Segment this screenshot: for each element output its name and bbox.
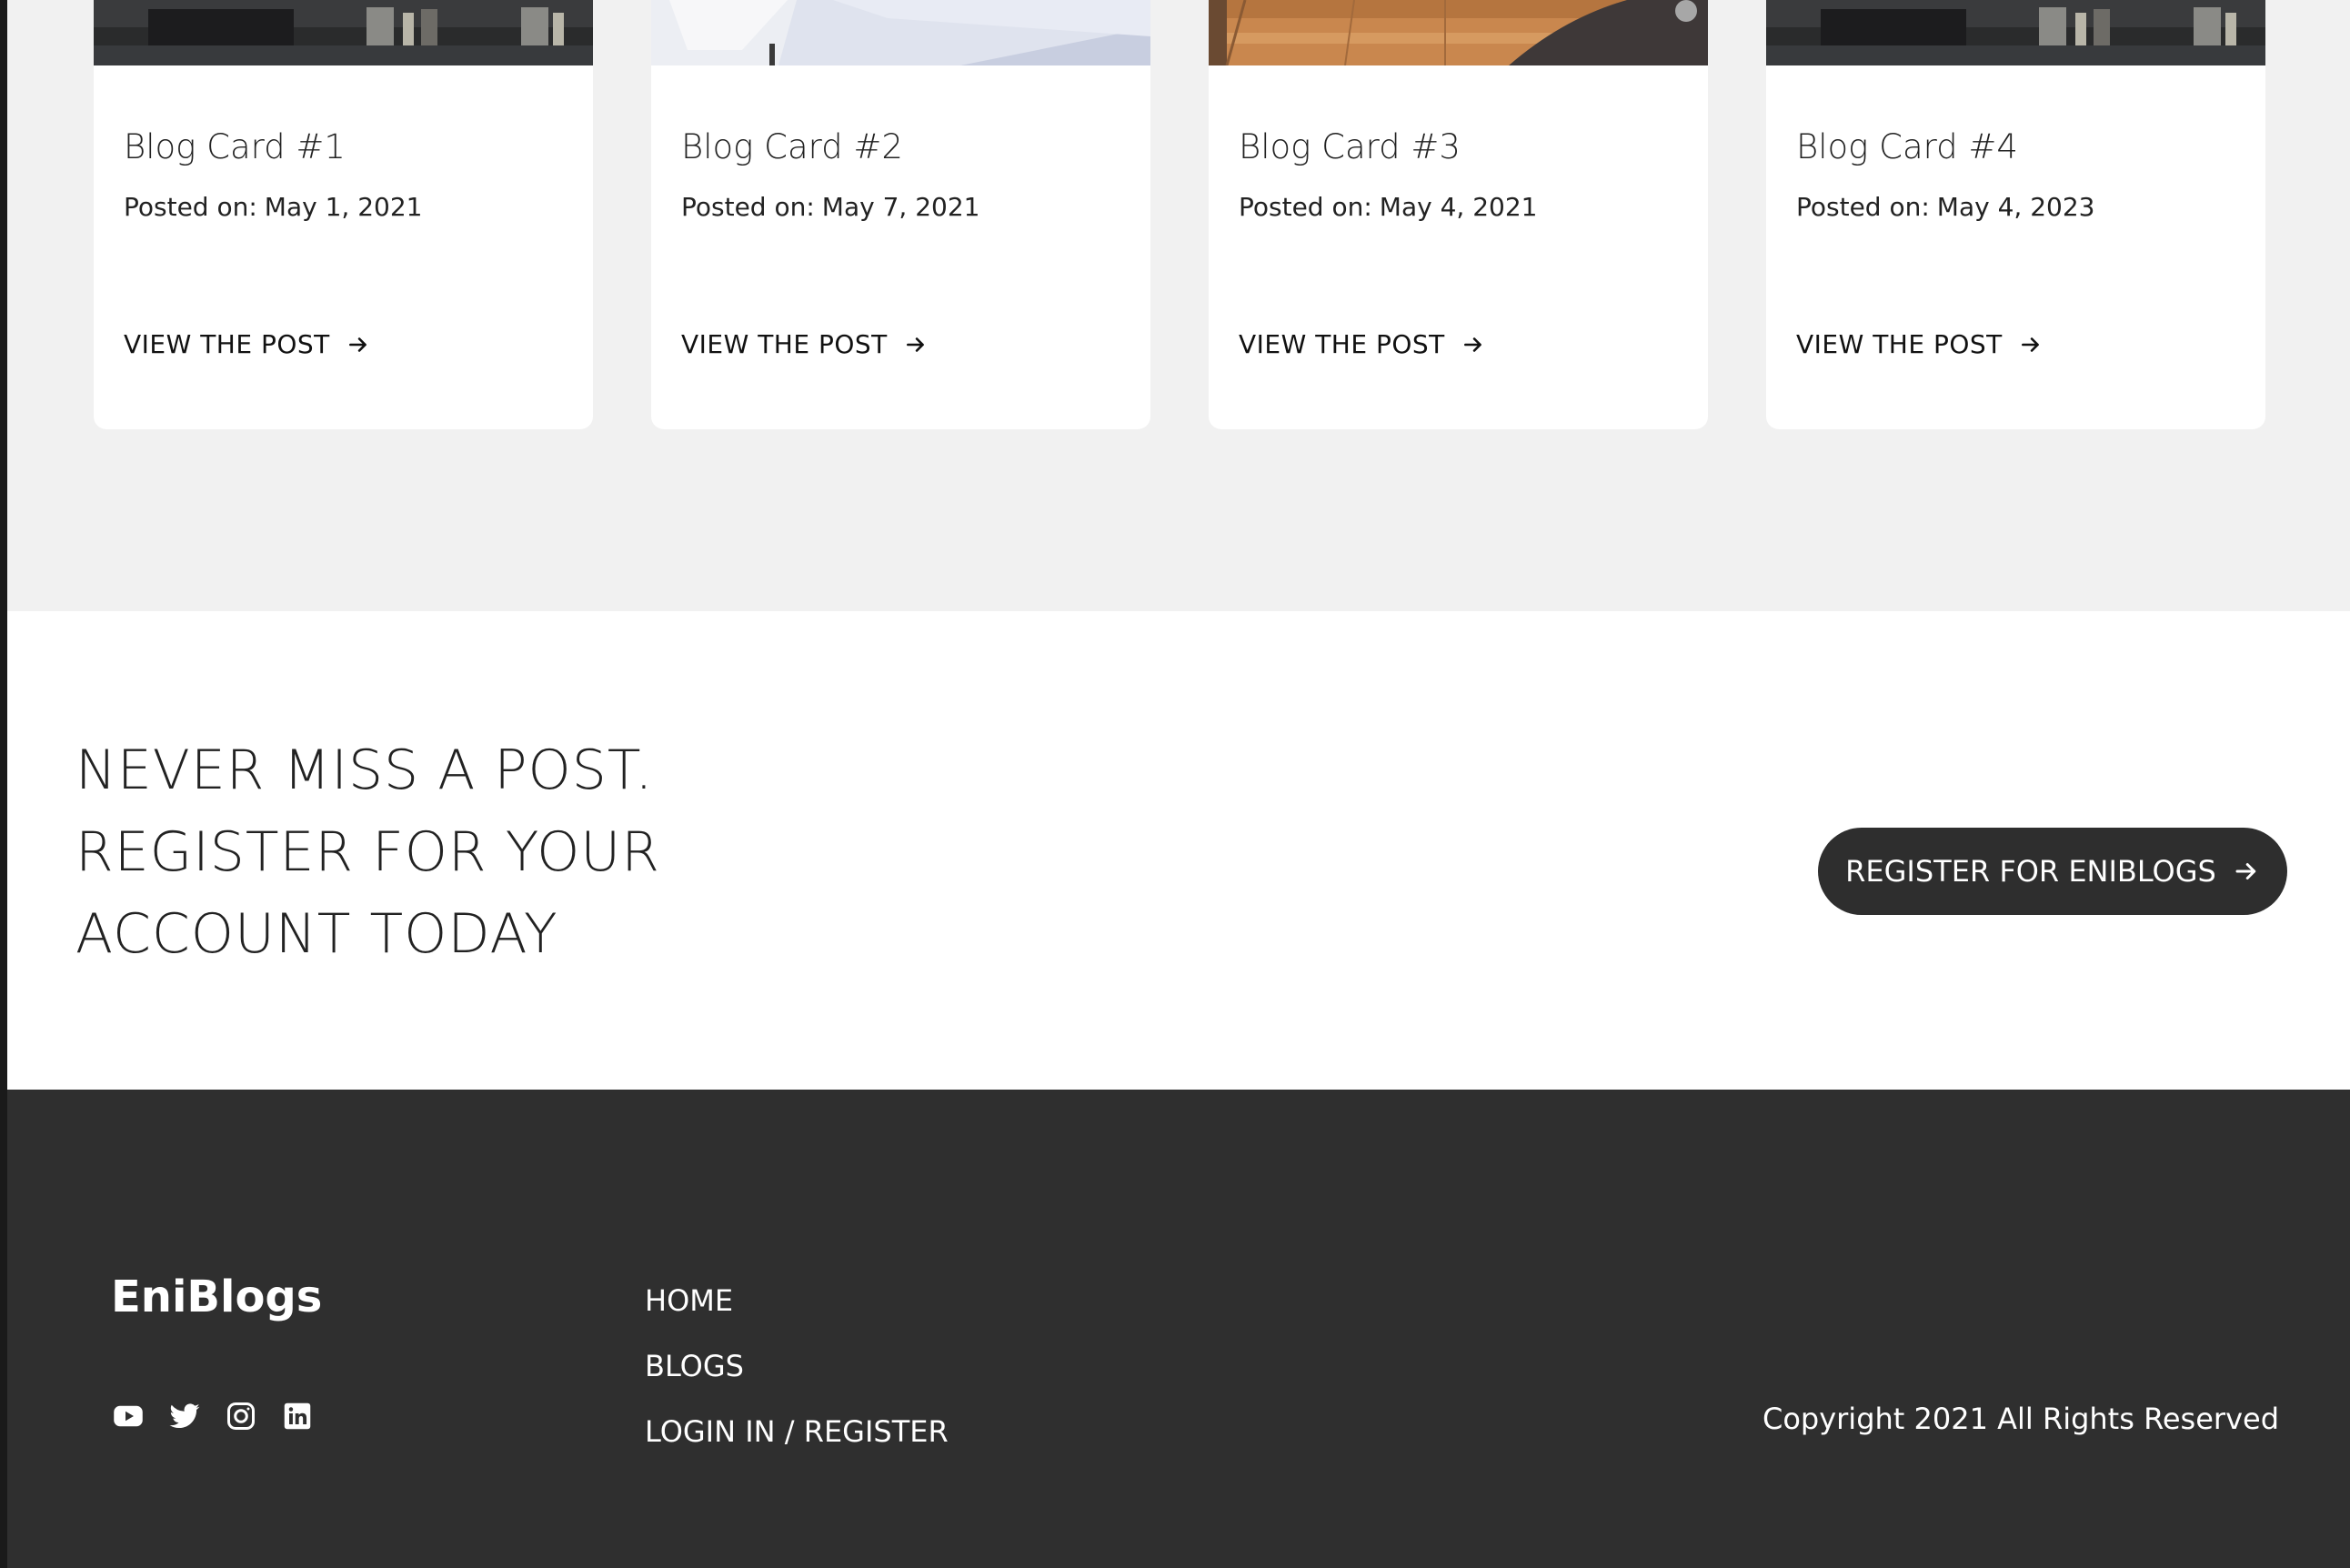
blog-cards-section: Blog Card #1 Posted on: May 1, 2021 VIEW … bbox=[7, 0, 2350, 611]
register-button[interactable]: REGISTER FOR ENIBLOGS bbox=[1818, 828, 2287, 915]
cta-heading-line: ACCOUNT TODAY bbox=[75, 902, 558, 966]
blog-card-title: Blog Card #1 bbox=[124, 127, 346, 166]
cta-heading-line: NEVER MISS A POST. bbox=[75, 739, 654, 802]
blog-card-image bbox=[94, 0, 593, 65]
footer-nav: HOME BLOGS LOGIN IN / REGISTER bbox=[645, 1268, 949, 1464]
blog-card-date-value: May 4, 2023 bbox=[1936, 192, 2095, 222]
cta-heading: NEVER MISS A POST. REGISTER FOR YOUR ACC… bbox=[75, 729, 894, 975]
view-post-label: VIEW THE POST bbox=[124, 329, 330, 359]
blog-card-image bbox=[1209, 0, 1708, 65]
copyright-text: Copyright 2021 All Rights Reserved bbox=[1762, 1402, 2279, 1436]
blog-card-date-value: May 1, 2021 bbox=[264, 192, 423, 222]
footer-brand-logo[interactable]: EniBlogs bbox=[111, 1271, 322, 1322]
blog-card[interactable]: Blog Card #2 Posted on: May 7, 2021 VIEW … bbox=[651, 0, 1150, 429]
blog-card-image bbox=[651, 0, 1150, 65]
arrow-right-icon bbox=[906, 337, 924, 352]
blog-card-title: Blog Card #3 bbox=[1239, 127, 1461, 166]
blog-card-title: Blog Card #4 bbox=[1796, 127, 2018, 166]
footer-nav-login-register[interactable]: LOGIN IN / REGISTER bbox=[645, 1399, 949, 1464]
blog-card[interactable]: Blog Card #1 Posted on: May 1, 2021 VIEW … bbox=[94, 0, 593, 429]
blog-card-date-value: May 7, 2021 bbox=[821, 192, 980, 222]
arrow-right-icon bbox=[2235, 863, 2256, 879]
page-viewport: Blog Card #1 Posted on: May 1, 2021 VIEW … bbox=[7, 0, 2350, 1568]
blog-card[interactable]: Blog Card #4 Posted on: May 4, 2023 VIEW … bbox=[1766, 0, 2265, 429]
blog-card-date-label: Posted on: bbox=[1239, 192, 1372, 222]
blog-card-image bbox=[1766, 0, 2265, 65]
view-post-link[interactable]: VIEW THE POST bbox=[124, 329, 370, 359]
register-button-label: REGISTER FOR ENIBLOGS bbox=[1845, 854, 2216, 889]
twitter-icon[interactable] bbox=[167, 1399, 202, 1433]
view-post-label: VIEW THE POST bbox=[681, 329, 888, 359]
social-links bbox=[111, 1399, 315, 1433]
blog-card-date: Posted on: May 4, 2023 bbox=[1796, 192, 2094, 222]
view-post-link[interactable]: VIEW THE POST bbox=[1239, 329, 1485, 359]
view-post-label: VIEW THE POST bbox=[1796, 329, 2003, 359]
view-post-link[interactable]: VIEW THE POST bbox=[1796, 329, 2043, 359]
blog-card[interactable]: Blog Card #3 Posted on: May 4, 2021 VIEW … bbox=[1209, 0, 1708, 429]
arrow-right-icon bbox=[348, 337, 367, 352]
footer-nav-home[interactable]: HOME bbox=[645, 1268, 949, 1333]
view-post-label: VIEW THE POST bbox=[1239, 329, 1445, 359]
blog-card-title: Blog Card #2 bbox=[681, 127, 903, 166]
blog-card-date-value: May 4, 2021 bbox=[1379, 192, 1538, 222]
register-cta-section: NEVER MISS A POST. REGISTER FOR YOUR ACC… bbox=[7, 611, 2350, 1090]
blog-card-date: Posted on: May 7, 2021 bbox=[681, 192, 979, 222]
arrow-right-icon bbox=[2021, 337, 2039, 352]
cta-heading-line: REGISTER FOR YOUR bbox=[75, 820, 660, 884]
blog-card-date: Posted on: May 1, 2021 bbox=[124, 192, 422, 222]
youtube-icon[interactable] bbox=[111, 1399, 146, 1433]
footer-nav-blogs[interactable]: BLOGS bbox=[645, 1333, 949, 1399]
arrow-right-icon bbox=[1463, 337, 1481, 352]
blog-card-date-label: Posted on: bbox=[1796, 192, 1930, 222]
view-post-link[interactable]: VIEW THE POST bbox=[681, 329, 928, 359]
blog-card-date-label: Posted on: bbox=[124, 192, 257, 222]
blog-card-date: Posted on: May 4, 2021 bbox=[1239, 192, 1537, 222]
blog-card-date-label: Posted on: bbox=[681, 192, 815, 222]
instagram-icon[interactable] bbox=[224, 1399, 258, 1433]
site-footer: EniBlogs HOME BLOGS LOGIN IN / REGISTER … bbox=[7, 1090, 2350, 1568]
linkedin-icon[interactable] bbox=[280, 1399, 315, 1433]
